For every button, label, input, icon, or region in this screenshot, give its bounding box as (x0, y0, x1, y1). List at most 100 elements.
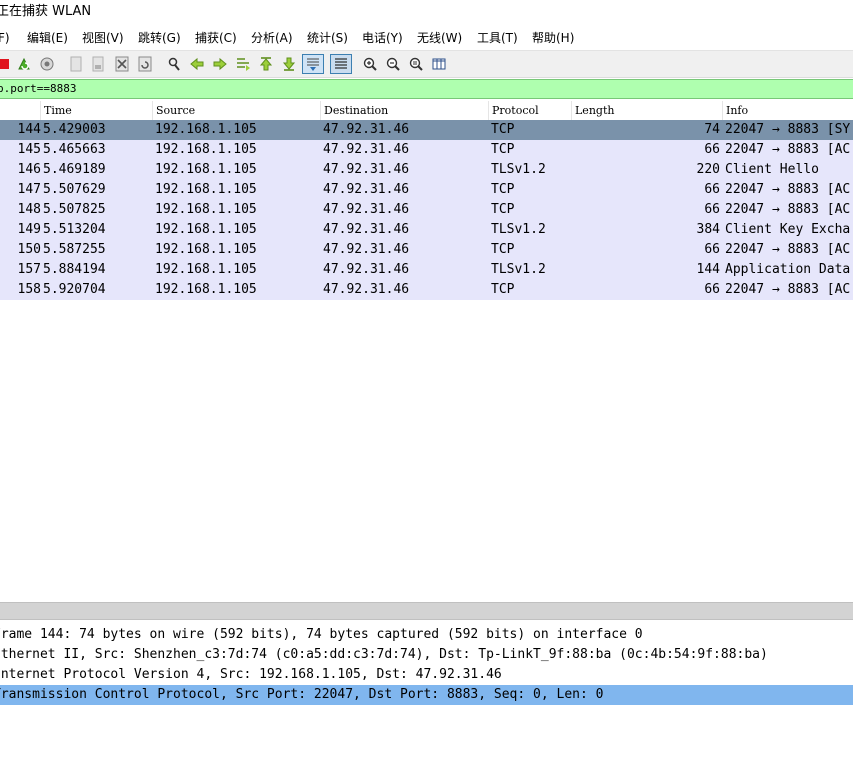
packet-row[interactable]: 150 5.587255 192.168.1.105 47.92.31.46 T… (0, 240, 853, 260)
zoom-normal-icon[interactable] (406, 54, 426, 74)
packet-protocol: TCP (491, 142, 515, 157)
menu-file[interactable]: F) (0, 27, 10, 49)
column-header-source[interactable]: Source (152, 101, 320, 120)
menu-tools[interactable]: 工具(T) (477, 27, 518, 49)
packet-info: 22047 → 8883 [AC (725, 182, 851, 197)
menu-analyze[interactable]: 分析(A) (251, 27, 293, 49)
packet-source: 192.168.1.105 (155, 162, 257, 177)
packet-destination: 47.92.31.46 (323, 242, 410, 257)
packet-destination: 47.92.31.46 (323, 122, 410, 137)
main-toolbar (0, 50, 853, 78)
packet-destination: 47.92.31.46 (323, 202, 410, 217)
detail-text: Internet Protocol Version 4, Src: 192.16… (0, 667, 502, 682)
packet-protocol: TCP (491, 122, 515, 137)
packet-list-header: Time Source Destination Protocol Length … (0, 101, 853, 121)
packet-row[interactable]: 146 5.469189 192.168.1.105 47.92.31.46 T… (0, 160, 853, 180)
packet-source: 192.168.1.105 (155, 222, 257, 237)
packet-row[interactable]: 145 5.465663 192.168.1.105 47.92.31.46 T… (0, 140, 853, 160)
packet-length: 66 (704, 242, 720, 257)
find-packet-icon[interactable] (164, 54, 184, 74)
menu-edit[interactable]: 编辑(E) (27, 27, 68, 49)
colorize-icon[interactable] (330, 54, 352, 74)
packet-protocol: TLSv1.2 (491, 162, 546, 177)
packet-source: 192.168.1.105 (155, 142, 257, 157)
packet-destination: 47.92.31.46 (323, 182, 410, 197)
packet-length: 66 (704, 142, 720, 157)
column-header-protocol[interactable]: Protocol (488, 101, 571, 120)
packet-source: 192.168.1.105 (155, 182, 257, 197)
menu-statistics[interactable]: 统计(S) (307, 27, 348, 49)
go-back-icon[interactable] (187, 54, 207, 74)
column-header-no[interactable] (0, 101, 40, 120)
menu-wireless[interactable]: 无线(W) (417, 27, 462, 49)
autoscroll-icon[interactable] (302, 54, 324, 74)
packet-no: 149 (17, 222, 41, 237)
display-filter-text: p.port==8883 (0, 82, 77, 95)
packet-time: 5.429003 (43, 122, 106, 137)
packet-no: 148 (17, 202, 41, 217)
packet-destination: 47.92.31.46 (323, 282, 410, 297)
packet-info: 22047 → 8883 [AC (725, 142, 851, 157)
go-forward-icon[interactable] (210, 54, 230, 74)
packet-destination: 47.92.31.46 (323, 162, 410, 177)
go-first-icon[interactable] (256, 54, 276, 74)
menu-telephony[interactable]: 电话(Y) (362, 27, 403, 49)
packet-info: 22047 → 8883 [AC (725, 242, 851, 257)
packet-protocol: TCP (491, 282, 515, 297)
detail-row-ipv4[interactable]: Internet Protocol Version 4, Src: 192.16… (0, 665, 853, 685)
packet-source: 192.168.1.105 (155, 242, 257, 257)
packet-length: 74 (704, 122, 720, 137)
menu-capture[interactable]: 捕获(C) (195, 27, 237, 49)
packet-no: 144 (17, 122, 41, 137)
packet-source: 192.168.1.105 (155, 262, 257, 277)
open-file-icon[interactable] (66, 54, 86, 74)
detail-row-tcp[interactable]: Transmission Control Protocol, Src Port:… (0, 685, 853, 705)
packet-time: 5.884194 (43, 262, 106, 277)
packet-time: 5.513204 (43, 222, 106, 237)
packet-no: 157 (17, 262, 41, 277)
packet-info: Client Hello (725, 162, 819, 177)
column-header-destination[interactable]: Destination (320, 101, 488, 120)
close-file-icon[interactable] (112, 54, 132, 74)
column-header-info[interactable]: Info (722, 101, 853, 120)
packet-row[interactable]: 147 5.507629 192.168.1.105 47.92.31.46 T… (0, 180, 853, 200)
packet-protocol: TLSv1.2 (491, 262, 546, 277)
zoom-in-icon[interactable] (360, 54, 380, 74)
reload-file-icon[interactable] (135, 54, 155, 74)
packet-time: 5.920704 (43, 282, 106, 297)
packet-row[interactable]: 157 5.884194 192.168.1.105 47.92.31.46 T… (0, 260, 853, 280)
resize-columns-icon[interactable] (429, 54, 449, 74)
pane-splitter[interactable] (0, 602, 853, 620)
packet-row[interactable]: 158 5.920704 192.168.1.105 47.92.31.46 T… (0, 280, 853, 300)
column-header-length[interactable]: Length (571, 101, 722, 120)
packet-list: 144 5.429003 192.168.1.105 47.92.31.46 T… (0, 120, 853, 300)
go-last-icon[interactable] (279, 54, 299, 74)
packet-row[interactable]: 148 5.507825 192.168.1.105 47.92.31.46 T… (0, 200, 853, 220)
packet-protocol: TCP (491, 182, 515, 197)
packet-destination: 47.92.31.46 (323, 142, 410, 157)
menu-view[interactable]: 视图(V) (82, 27, 124, 49)
go-to-packet-icon[interactable] (233, 54, 253, 74)
column-header-time[interactable]: Time (40, 101, 152, 120)
detail-row-ethernet[interactable]: Ethernet II, Src: Shenzhen_c3:7d:74 (c0:… (0, 645, 853, 665)
packet-time: 5.507629 (43, 182, 106, 197)
save-file-icon[interactable] (88, 54, 108, 74)
detail-row-frame[interactable]: Frame 144: 74 bytes on wire (592 bits), … (0, 625, 853, 645)
packet-info: 22047 → 8883 [AC (725, 202, 851, 217)
menu-go[interactable]: 跳转(G) (138, 27, 181, 49)
packet-length: 66 (704, 182, 720, 197)
stop-capture-icon[interactable] (0, 54, 14, 74)
packet-row[interactable]: 144 5.429003 192.168.1.105 47.92.31.46 T… (0, 120, 853, 140)
packet-protocol: TCP (491, 242, 515, 257)
capture-options-icon[interactable] (37, 54, 57, 74)
detail-text: Frame 144: 74 bytes on wire (592 bits), … (0, 627, 643, 642)
restart-capture-icon[interactable] (14, 54, 34, 74)
menu-help[interactable]: 帮助(H) (532, 27, 574, 49)
packet-info: Client Key Excha (725, 222, 851, 237)
title-bar: 正在捕获 WLAN (0, 0, 853, 26)
zoom-out-icon[interactable] (383, 54, 403, 74)
packet-protocol: TCP (491, 202, 515, 217)
packet-row[interactable]: 149 5.513204 192.168.1.105 47.92.31.46 T… (0, 220, 853, 240)
packet-time: 5.469189 (43, 162, 106, 177)
display-filter-input[interactable]: p.port==8883 (0, 79, 853, 99)
